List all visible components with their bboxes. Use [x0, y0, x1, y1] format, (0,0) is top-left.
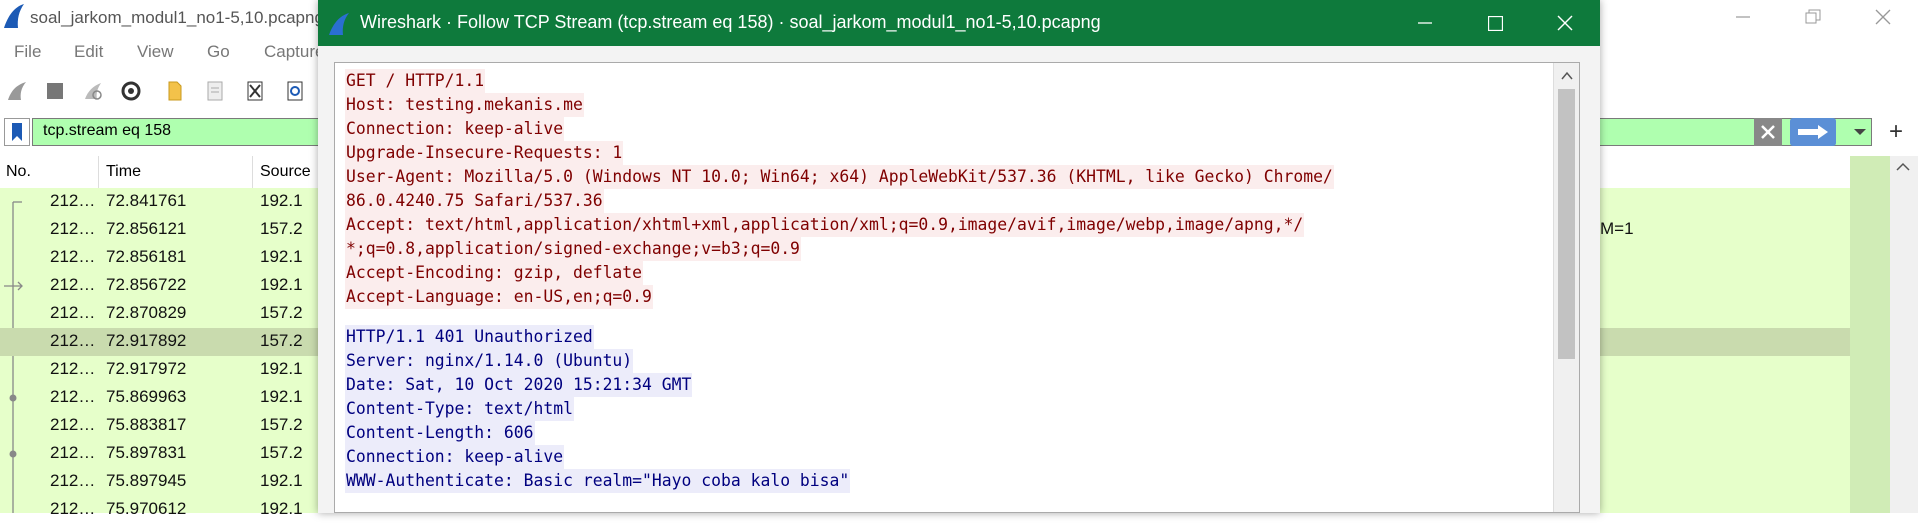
apply-filter-arrow-icon[interactable]	[1790, 118, 1836, 146]
server-response-line: Connection: keep-alive	[345, 445, 565, 469]
dialog-title: Wireshark · Follow TCP Stream (tcp.strea…	[360, 12, 1101, 32]
restore-button[interactable]	[1778, 0, 1848, 34]
server-response-line: HTTP/1.1 401 Unauthorized	[345, 325, 594, 349]
menu-edit[interactable]: Edit	[74, 42, 103, 62]
main-toolbar	[0, 74, 330, 108]
scroll-up-chevron-icon[interactable]	[1560, 71, 1574, 81]
scroll-up-chevron-icon[interactable]	[1895, 162, 1911, 172]
stop-capture-icon[interactable]	[44, 80, 66, 102]
save-file-icon[interactable]	[204, 80, 226, 102]
stream-text: GET / HTTP/1.1 Host: testing.mekanis.me …	[345, 69, 1334, 493]
packet-list-scrollbar[interactable]	[1890, 156, 1918, 513]
packet-list-minimap[interactable]	[1850, 156, 1890, 513]
dialog-minimize-button[interactable]	[1390, 0, 1460, 46]
column-source[interactable]: Source	[260, 163, 311, 181]
client-request-line: Accept-Encoding: gzip, deflate	[345, 261, 644, 285]
server-response-line: Content-Type: text/html	[345, 397, 574, 421]
server-response-line: WWW-Authenticate: Basic realm="Hayo coba…	[345, 469, 851, 493]
filter-bookmark-icon[interactable]	[4, 118, 30, 146]
reload-file-icon[interactable]	[284, 80, 306, 102]
client-request-line: *;q=0.8,application/signed-exchange;v=b3…	[345, 237, 801, 261]
minimize-button[interactable]	[1708, 0, 1778, 34]
wireshark-fin-icon	[2, 2, 26, 35]
menu-go[interactable]: Go	[207, 42, 230, 62]
wireshark-fin-icon	[328, 12, 350, 41]
client-request-line: GET / HTTP/1.1	[345, 69, 486, 93]
server-response-line: Server: nginx/1.14.0 (Ubuntu)	[345, 349, 634, 373]
stream-scrollbar-thumb[interactable]	[1558, 89, 1575, 359]
close-file-icon[interactable]	[244, 80, 266, 102]
stream-content-area[interactable]: GET / HTTP/1.1 Host: testing.mekanis.me …	[334, 62, 1580, 513]
column-no[interactable]: No.	[6, 163, 31, 181]
packet-info-fragment: M=1	[1600, 219, 1634, 238]
filter-dropdown-chevron-icon[interactable]	[1846, 118, 1874, 146]
dialog-titlebar[interactable]: Wireshark · Follow TCP Stream (tcp.strea…	[318, 0, 1600, 46]
client-request-line: Accept-Language: en-US,en;q=0.9	[345, 285, 653, 309]
main-window-title: soal_jarkom_modul1_no1-5,10.pcapng	[30, 8, 324, 27]
client-request-line: Accept: text/html,application/xhtml+xml,…	[345, 213, 1305, 237]
client-request-line: Connection: keep-alive	[345, 117, 565, 141]
menu-capture[interactable]: Capture	[264, 42, 324, 62]
client-request-line: Upgrade-Insecure-Requests: 1	[345, 141, 624, 165]
close-button[interactable]	[1848, 0, 1918, 34]
server-response-line: Date: Sat, 10 Oct 2020 15:21:34 GMT	[345, 373, 693, 397]
dialog-maximize-button[interactable]	[1460, 0, 1530, 46]
add-filter-button-plus-icon[interactable]: +	[1880, 118, 1912, 146]
dialog-close-button[interactable]	[1530, 0, 1600, 46]
menu-file[interactable]: File	[14, 42, 41, 62]
client-request-line: Host: testing.mekanis.me	[345, 93, 584, 117]
menu-view[interactable]: View	[137, 42, 174, 62]
stream-scrollbar[interactable]	[1553, 63, 1579, 512]
server-response-line: Content-Length: 606	[345, 421, 535, 445]
client-request-line: User-Agent: Mozilla/5.0 (Windows NT 10.0…	[345, 165, 1334, 189]
capture-options-gear-icon[interactable]	[120, 80, 142, 102]
client-request-line: 86.0.4240.75 Safari/537.36	[345, 189, 604, 213]
restart-capture-icon[interactable]	[82, 80, 104, 102]
start-capture-icon[interactable]	[6, 80, 28, 102]
clear-filter-icon[interactable]	[1754, 118, 1782, 146]
follow-tcp-stream-dialog: Wireshark · Follow TCP Stream (tcp.strea…	[318, 0, 1600, 513]
column-time[interactable]: Time	[106, 163, 141, 181]
open-file-icon[interactable]	[164, 80, 186, 102]
